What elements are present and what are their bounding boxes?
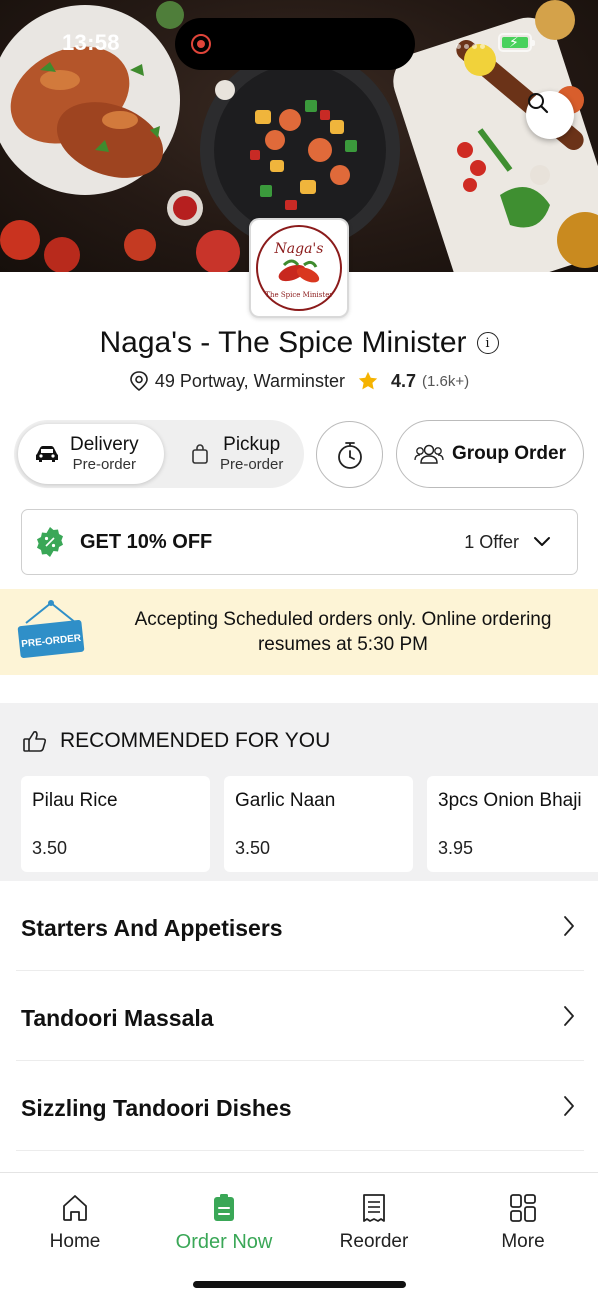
star-icon xyxy=(358,371,378,390)
category-label: Sizzling Tandoori Dishes xyxy=(21,1095,292,1121)
recommended-list: Pilau Rice 3.50 Garlic Naan 3.50 3pcs On… xyxy=(21,776,598,872)
chevron-right-icon xyxy=(564,1006,574,1026)
search-button[interactable] xyxy=(526,91,574,139)
nav-label: Home xyxy=(49,1231,101,1252)
chevron-right-icon xyxy=(564,916,574,936)
dynamic-island xyxy=(175,18,415,70)
location-pin-icon xyxy=(130,371,148,392)
group-order-label: Group Order xyxy=(451,443,566,464)
item-name: Garlic Naan xyxy=(235,790,336,811)
nav-label: More xyxy=(501,1231,545,1252)
recommended-item[interactable]: 3pcs Onion Bhaji 3.95 xyxy=(427,776,598,872)
pickup-label: Pickup xyxy=(223,433,281,455)
restaurant-header: Naga's - The Spice Minister i xyxy=(0,326,598,360)
logo-text-bottom: The Spice Minister xyxy=(265,291,333,299)
offer-title: GET 10% OFF xyxy=(80,530,213,553)
pickup-option[interactable]: Pickup Pre-order xyxy=(174,424,302,484)
recommended-title: RECOMMENDED FOR YOU xyxy=(60,729,331,752)
discount-badge-icon xyxy=(37,527,63,557)
menu-category[interactable]: Tandoori Massala xyxy=(16,971,584,1061)
shopping-bag-icon xyxy=(192,444,208,464)
item-price: 3.95 xyxy=(438,838,474,858)
stopwatch-icon xyxy=(337,441,362,469)
home-indicator xyxy=(193,1281,406,1288)
recommended-header: RECOMMENDED FOR YOU xyxy=(22,729,330,753)
logo-text-top: Naga's xyxy=(274,241,324,257)
info-icon[interactable]: i xyxy=(476,332,499,354)
chevron-right-icon xyxy=(564,1096,574,1116)
nav-label: Reorder xyxy=(339,1231,409,1252)
nav-order-now[interactable]: Order Now xyxy=(164,1193,284,1254)
grid-icon xyxy=(510,1194,536,1222)
delivery-label: Delivery xyxy=(70,433,139,455)
receipt-icon xyxy=(363,1194,385,1222)
recording-icon xyxy=(191,34,211,54)
recommended-item[interactable]: Garlic Naan 3.50 xyxy=(224,776,413,872)
item-name: Pilau Rice xyxy=(32,790,118,811)
recommended-item[interactable]: Pilau Rice 3.50 xyxy=(21,776,210,872)
category-label: Starters And Appetisers xyxy=(21,915,283,941)
order-icon xyxy=(214,1194,234,1221)
restaurant-address[interactable]: 49 Portway, Warminster xyxy=(155,371,345,392)
order-mode-toggle: Delivery Pre-order Pickup Pre-order xyxy=(14,420,304,488)
preorder-sign-icon: PRE-ORDER xyxy=(17,600,85,658)
preorder-message-line1: Accepting Scheduled orders only. Online … xyxy=(134,609,552,630)
group-users-icon xyxy=(414,444,444,464)
nav-home[interactable]: Home xyxy=(15,1193,135,1253)
item-price: 3.50 xyxy=(32,838,68,858)
offer-count: 1 Offer xyxy=(464,531,519,552)
nav-reorder[interactable]: Reorder xyxy=(314,1193,434,1253)
search-icon xyxy=(528,93,549,114)
preorder-banner: PRE-ORDER Accepting Scheduled orders onl… xyxy=(0,589,598,675)
preorder-message-line2: resumes at 5:30 PM xyxy=(257,634,429,655)
status-time: 13:58 xyxy=(62,30,120,55)
restaurant-name: Naga's - The Spice Minister xyxy=(99,326,467,359)
recommended-section: RECOMMENDED FOR YOU Pilau Rice 3.50 Garl… xyxy=(0,703,598,881)
delivery-sub: Pre-order xyxy=(72,456,136,474)
nav-more[interactable]: More xyxy=(463,1193,583,1253)
menu-category[interactable]: Starters And Appetisers xyxy=(16,881,584,971)
rating-count: (1.6k+) xyxy=(421,372,470,390)
menu-category-list: Starters And Appetisers Tandoori Massala… xyxy=(0,881,598,1151)
group-order-button[interactable]: Group Order xyxy=(396,420,584,488)
car-icon xyxy=(36,446,58,462)
thumbs-up-icon xyxy=(23,731,47,752)
signal-icon xyxy=(456,44,485,49)
menu-category[interactable]: Sizzling Tandoori Dishes xyxy=(16,1061,584,1151)
restaurant-meta: 49 Portway, Warminster 4.7 (1.6k+) xyxy=(0,370,598,392)
battery-icon: ⚡ xyxy=(498,33,535,52)
chevron-down-icon xyxy=(534,537,550,546)
nav-label: Order Now xyxy=(175,1231,273,1253)
item-price: 3.50 xyxy=(235,838,271,858)
schedule-timer-button[interactable] xyxy=(316,421,383,488)
rating-value: 4.7 xyxy=(390,370,416,391)
home-icon xyxy=(63,1195,87,1221)
item-name: 3pcs Onion Bhaji xyxy=(438,790,582,811)
category-label: Tandoori Massala xyxy=(21,1005,214,1031)
delivery-option[interactable]: Delivery Pre-order xyxy=(18,424,164,484)
pickup-sub: Pre-order xyxy=(220,456,284,474)
restaurant-logo: Naga's The Spice Minister xyxy=(249,218,349,318)
offer-dropdown[interactable]: GET 10% OFF 1 Offer xyxy=(21,509,578,575)
preorder-message: Accepting Scheduled orders only. Online … xyxy=(100,607,586,657)
